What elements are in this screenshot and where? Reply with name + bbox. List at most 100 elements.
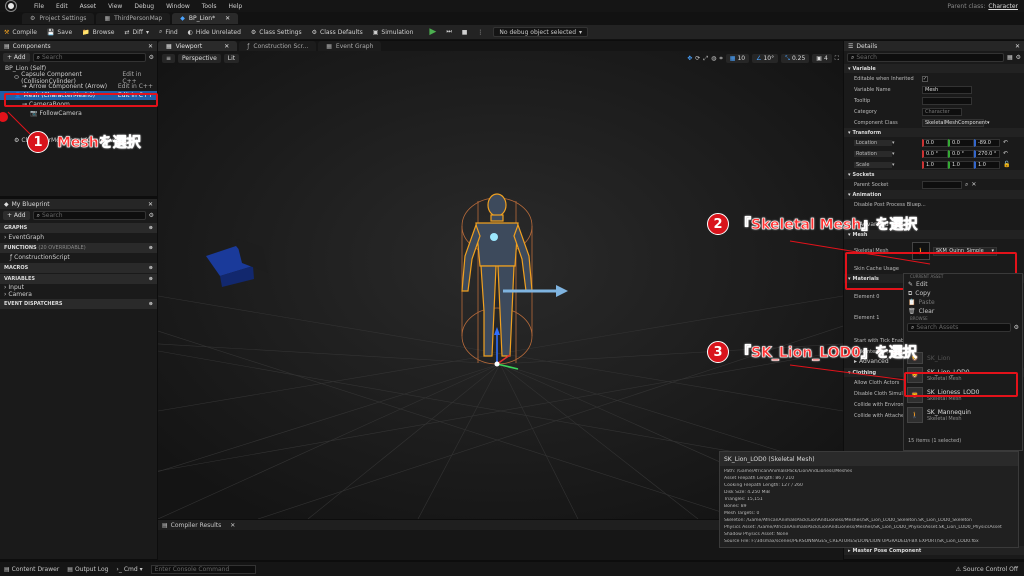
variable-section-header[interactable]: ▾ Variable xyxy=(844,64,1024,73)
menu-paste[interactable]: 📋 Paste xyxy=(904,298,1022,307)
viewport-options-button[interactable]: ≡ xyxy=(162,54,176,63)
editable-checkbox[interactable]: ✓ xyxy=(922,75,928,82)
event-dispatchers-section[interactable]: EVENT DISPATCHERS ⊕ xyxy=(0,299,157,309)
menu-item-window[interactable]: Window xyxy=(166,3,190,10)
transform-section-header[interactable]: ▾ Transform xyxy=(844,128,1024,137)
event-graph-item[interactable]: › EventGraph xyxy=(0,233,157,242)
menu-copy[interactable]: ⧉ Copy xyxy=(904,289,1022,298)
class-defaults-button[interactable]: ⚙ Class Defaults xyxy=(312,29,363,36)
filter-icon[interactable]: ⚙ xyxy=(1014,324,1019,331)
output-log-button[interactable]: ▤ Output Log xyxy=(67,566,108,573)
sockets-section-header[interactable]: ▾ Sockets xyxy=(844,170,1024,179)
scale-icon[interactable]: ⤢ xyxy=(703,55,708,63)
debug-object-select[interactable]: No debug object selected ▾ xyxy=(493,27,589,37)
location-z[interactable]: -89.0 xyxy=(974,138,1000,147)
rotate-icon[interactable]: ⟳ xyxy=(695,55,700,62)
menu-item-help[interactable]: Help xyxy=(229,3,243,10)
find-button[interactable]: ⌕ Find xyxy=(159,28,178,36)
animation-section-header[interactable]: ▾ Animation xyxy=(844,190,1024,199)
console-input[interactable]: Enter Console Command xyxy=(150,564,256,574)
settings-icon[interactable]: ⚙ xyxy=(1016,54,1021,61)
viewport-canvas[interactable]: ≡ Perspective Lit ✥ ⟳ ⤢ ◍ ⌗ ▦ 10 ∠ 10° ⤡ 0.… xyxy=(158,51,843,519)
component-item-arrow[interactable]: ➔ Arrow Component (Arrow) Edit in C++ xyxy=(0,82,157,91)
add-circle-icon[interactable]: ⊕ xyxy=(149,301,153,307)
perspective-button[interactable]: Perspective xyxy=(178,54,221,63)
rotation-y[interactable]: 0.0 ° xyxy=(948,149,974,158)
components-search-input[interactable]: ⌕ Search xyxy=(32,53,146,62)
close-icon[interactable]: ✕ xyxy=(148,43,153,50)
scale-snap-button[interactable]: ⤡ 0.25 xyxy=(781,54,810,63)
graphs-section[interactable]: GRAPHS ⊕ xyxy=(0,223,157,233)
step-button[interactable]: ⏭ xyxy=(446,28,451,36)
lit-button[interactable]: Lit xyxy=(223,54,240,63)
menu-item-edit[interactable]: Edit xyxy=(56,3,68,10)
parent-class-value[interactable]: Character xyxy=(988,3,1018,10)
tab-project-settings[interactable]: ⚙ Project Settings xyxy=(22,13,95,24)
grid-snap-button[interactable]: ▦ 10 xyxy=(725,54,750,63)
save-button[interactable]: 💾 Save xyxy=(47,29,72,36)
cmd-select[interactable]: ›_ Cmd ▾ xyxy=(116,566,142,573)
view-options-icon[interactable]: ▦ xyxy=(1007,54,1013,61)
content-drawer-button[interactable]: ▤ Content Drawer xyxy=(4,566,59,573)
location-y[interactable]: 0.0 xyxy=(948,138,974,147)
scale-y[interactable]: 1.0 xyxy=(948,160,974,169)
scale-x[interactable]: 1.0 xyxy=(922,160,948,169)
maximize-icon[interactable]: ⛶ xyxy=(835,55,839,63)
close-icon[interactable]: ✕ xyxy=(224,43,229,50)
functions-section[interactable]: FUNCTIONS (20 OVERRIDABLE) ⊕ xyxy=(0,243,157,253)
add-circle-icon[interactable]: ⊕ xyxy=(149,245,153,251)
tab-event-graph[interactable]: ▦ Event Graph xyxy=(318,41,382,51)
surface-snap-icon[interactable]: ⌗ xyxy=(719,55,722,63)
add-circle-icon[interactable]: ⊕ xyxy=(149,225,153,231)
tooltip-field[interactable] xyxy=(922,96,972,105)
component-item-follow-camera[interactable]: 📷 FollowCamera xyxy=(0,109,157,118)
play-options-button[interactable]: ⋮ xyxy=(477,29,483,36)
asset-item-sk-lion[interactable]: 🦁 SK_Lion xyxy=(904,351,1022,365)
asset-item-sk-mannequin[interactable]: 🚶 SK_Mannequin Skeletal Mesh xyxy=(904,405,1022,425)
globe-icon[interactable]: ◍ xyxy=(711,55,716,62)
browse-button[interactable]: 📁 Browse xyxy=(82,29,114,36)
settings-icon[interactable]: ⚙ xyxy=(149,212,154,219)
menu-item-file[interactable]: File xyxy=(34,3,44,10)
menu-item-view[interactable]: View xyxy=(108,3,122,10)
source-control-button[interactable]: ⚠ Source Control Off xyxy=(956,566,1018,573)
add-circle-icon[interactable]: ⊕ xyxy=(149,276,153,282)
scale-z[interactable]: 1.0 xyxy=(974,160,1000,169)
close-icon[interactable]: ✕ xyxy=(230,522,235,529)
close-icon[interactable]: ✕ xyxy=(971,181,976,188)
menu-edit[interactable]: ✎ Edit xyxy=(904,280,1022,289)
camera-speed-button[interactable]: ▣ 4 xyxy=(812,54,832,63)
variable-category-camera[interactable]: › Camera xyxy=(0,291,157,298)
hide-unrelated-button[interactable]: ◐ Hide Unrelated xyxy=(188,29,241,36)
move-icon[interactable]: ✥ xyxy=(687,55,692,62)
variable-category-input[interactable]: › Input xyxy=(0,284,157,291)
search-icon[interactable]: ⌕ xyxy=(965,181,968,189)
details-search-input[interactable]: ⌕ Search xyxy=(847,53,1004,62)
close-icon[interactable]: ✕ xyxy=(225,15,230,22)
component-item-capsule[interactable]: ⬭ Capsule Component (CollisionCylinder) Ed… xyxy=(0,71,157,85)
stop-button[interactable]: ■ xyxy=(462,29,468,36)
simulation-button[interactable]: ▣ Simulation xyxy=(373,29,414,36)
component-class-select[interactable]: SkeletalMeshComponent ▾ xyxy=(922,118,990,127)
rotation-z[interactable]: 270.0 ° xyxy=(974,149,1000,158)
location-x[interactable]: 0.0 xyxy=(922,138,948,147)
tab-construction-script[interactable]: ƒ Construction Scr... xyxy=(239,41,317,51)
close-icon[interactable]: ✕ xyxy=(148,201,153,208)
tab-third-person-map[interactable]: ▦ ThirdPersonMap xyxy=(96,13,171,24)
parent-socket-field[interactable] xyxy=(922,180,962,189)
add-component-button[interactable]: + Add xyxy=(3,53,30,62)
unreal-logo-icon[interactable] xyxy=(5,0,17,12)
variable-name-field[interactable]: Mesh xyxy=(922,85,972,94)
my-blueprint-search-input[interactable]: ⌕ Search xyxy=(32,211,146,220)
tab-bp-lion[interactable]: ◆ BP_Lion* ✕ xyxy=(172,13,239,24)
variables-section[interactable]: VARIABLES ⊕ xyxy=(0,274,157,284)
menu-item-tools[interactable]: Tools xyxy=(202,3,217,10)
rotation-x[interactable]: 0.0 ° xyxy=(922,149,948,158)
asset-search-input[interactable]: ⌕ Search Assets xyxy=(907,323,1011,332)
settings-icon[interactable]: ⚙ xyxy=(149,54,154,61)
menu-item-debug[interactable]: Debug xyxy=(134,3,154,10)
tab-viewport[interactable]: ▦ Viewport ✕ xyxy=(158,41,238,51)
lock-icon[interactable]: 🔓 xyxy=(1003,161,1010,168)
menu-clear[interactable]: 🗑 Clear xyxy=(904,307,1022,316)
compile-button[interactable]: ⚒ Compile xyxy=(4,29,37,36)
